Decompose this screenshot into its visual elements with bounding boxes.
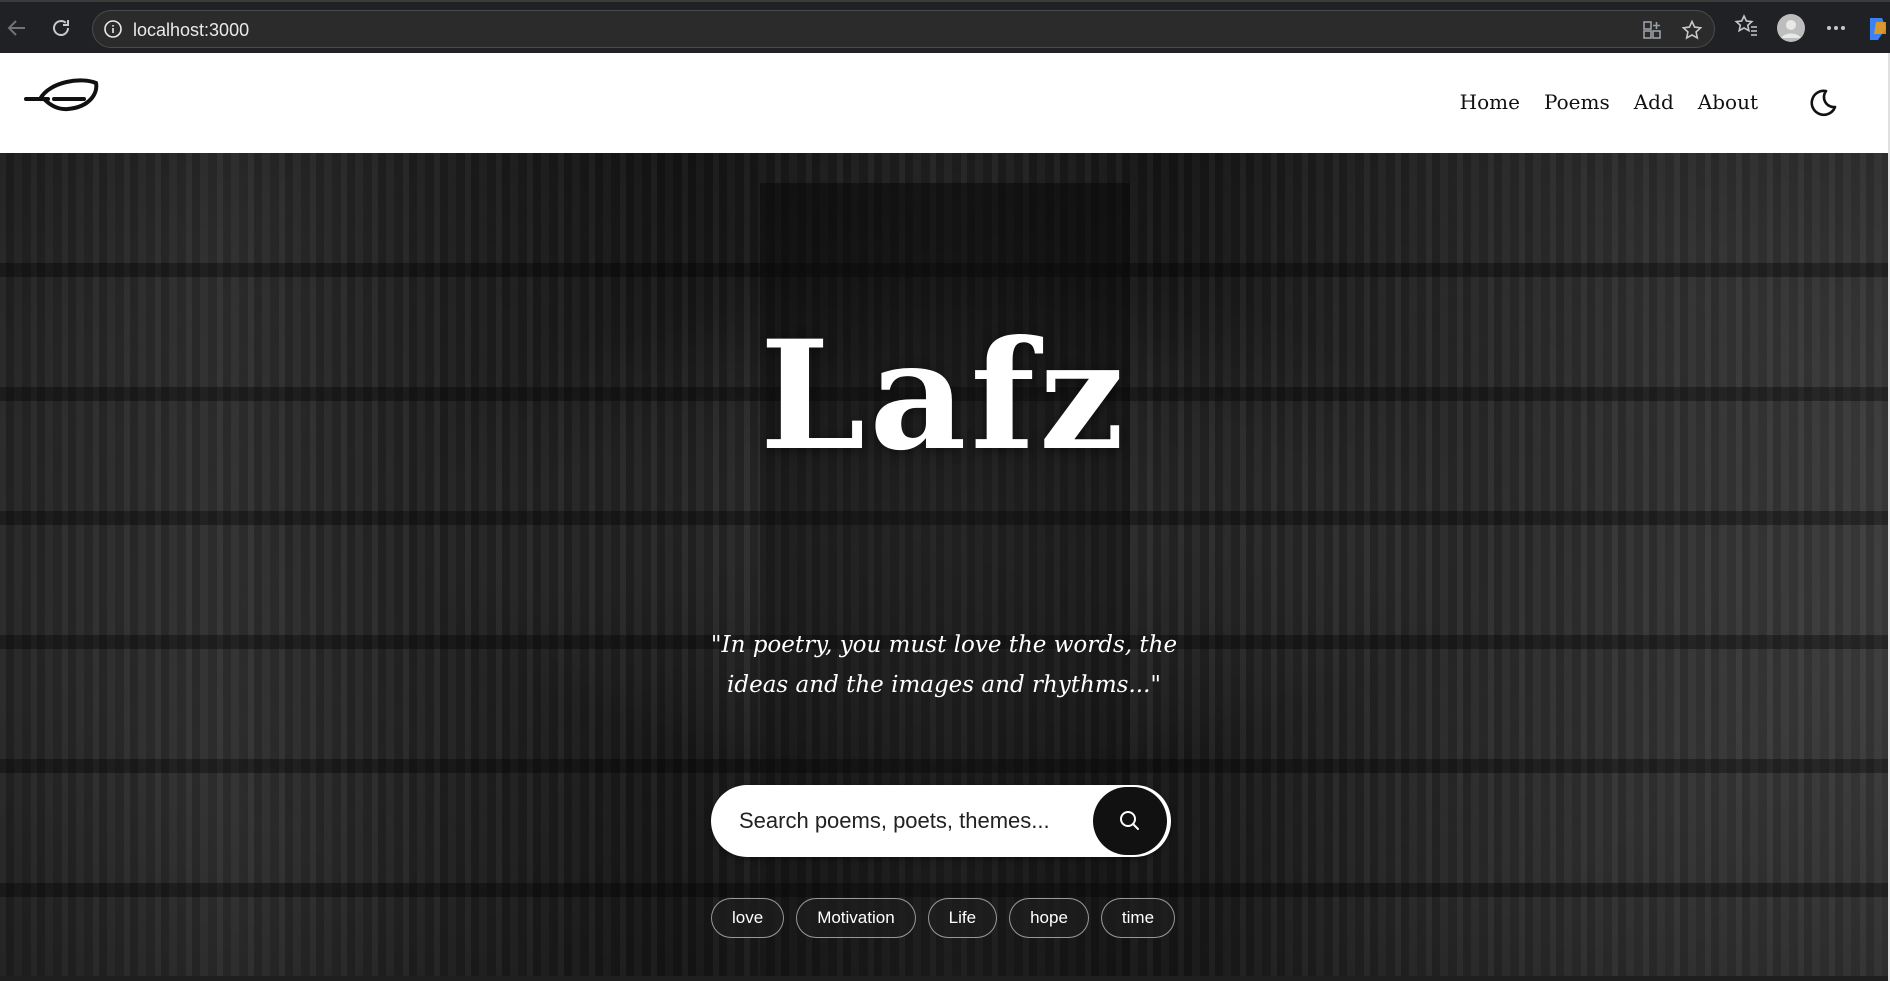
tag-love[interactable]: love (711, 898, 785, 938)
tag-time[interactable]: time (1100, 898, 1176, 938)
reload-button[interactable] (44, 11, 78, 45)
moon-icon[interactable] (1806, 87, 1838, 119)
hero-section: Lafz "In poetry, you must love the words… (0, 153, 1888, 976)
favorite-star-icon[interactable] (1681, 19, 1703, 41)
favorites-icon[interactable] (1733, 12, 1759, 38)
site-info-icon[interactable] (103, 19, 123, 39)
back-arrow-icon (7, 20, 25, 36)
copilot-icon[interactable] (1866, 14, 1890, 42)
reload-icon (53, 20, 69, 36)
search-bar (711, 785, 1171, 857)
hero-quote: "In poetry, you must love the words, the… (694, 625, 1194, 705)
tag-hope[interactable]: hope (1009, 898, 1089, 938)
feather-logo-icon[interactable] (24, 71, 100, 119)
profile-avatar-icon[interactable] (1776, 13, 1806, 43)
main-nav: Home Poems Add About (1460, 90, 1758, 114)
nav-add[interactable]: Add (1634, 90, 1674, 114)
site-header: Home Poems Add About (0, 53, 1888, 153)
tag-life[interactable]: Life (927, 898, 998, 938)
tag-motivation[interactable]: Motivation (796, 898, 916, 938)
quote-line-1: "In poetry, you must love the words, the (710, 632, 1178, 658)
search-button[interactable] (1093, 787, 1167, 855)
url-text[interactable]: localhost:3000 (133, 20, 249, 41)
back-button[interactable] (0, 11, 34, 45)
hero-title: Lafz (759, 308, 1129, 484)
nav-home[interactable]: Home (1460, 90, 1520, 114)
tag-list: love Motivation Life hope time (711, 898, 1176, 938)
search-input[interactable] (739, 785, 1089, 857)
quote-line-2: ideas and the images and rhythms..." (727, 672, 1161, 698)
browser-chrome: localhost:3000 (0, 0, 1890, 53)
nav-poems[interactable]: Poems (1544, 90, 1610, 114)
search-icon (1120, 811, 1139, 830)
app-install-icon[interactable] (1641, 19, 1663, 41)
address-bar[interactable]: localhost:3000 (92, 10, 1715, 48)
nav-about[interactable]: About (1698, 90, 1758, 114)
more-menu-icon[interactable] (1824, 16, 1848, 40)
